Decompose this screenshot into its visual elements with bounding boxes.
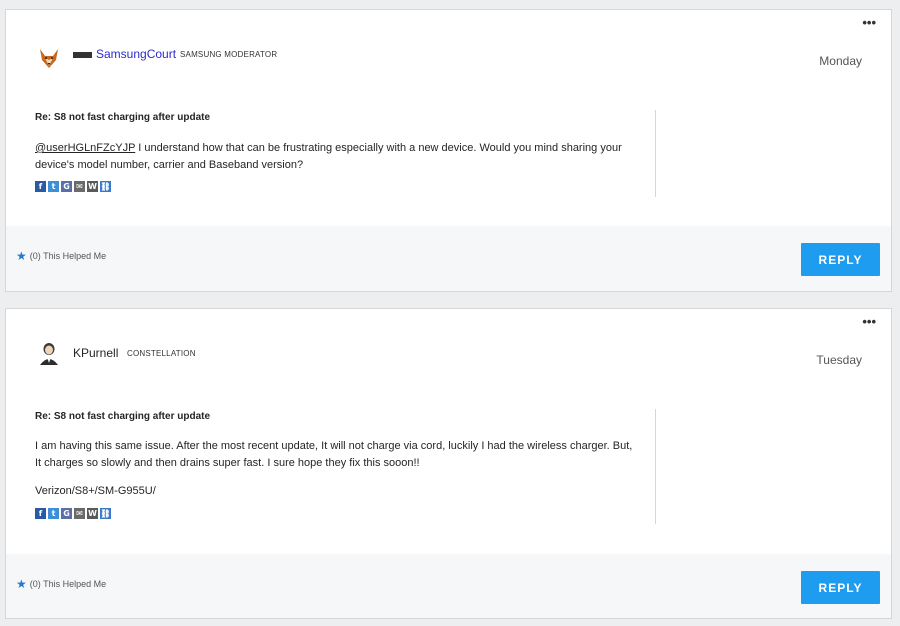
divider [655, 409, 656, 524]
link-icon[interactable]: ⛓ [100, 181, 111, 192]
post-2: ••• KPurnell CONSTELLATION Tuesday Re: S… [5, 308, 892, 619]
author-rank: SAMSUNG MODERATOR [180, 50, 278, 59]
author-username[interactable]: SamsungCourt [96, 47, 176, 61]
post-body: I am having this same issue. After the m… [35, 440, 633, 469]
email-icon[interactable]: ✉ [74, 181, 85, 192]
reply-button[interactable]: REPLY [801, 243, 880, 276]
wordpress-icon[interactable]: W [87, 181, 98, 192]
post-menu-icon[interactable]: ••• [862, 315, 876, 328]
helped-me-label: (0) This Helped Me [29, 579, 107, 589]
author-rank: CONSTELLATION [127, 349, 196, 358]
post-subject: Re: S8 not fast charging after update [35, 112, 211, 123]
helped-me-button[interactable]: ★ (0) This Helped Me [16, 577, 107, 591]
twitter-icon[interactable]: t [48, 181, 59, 192]
twitter-icon[interactable]: t [48, 508, 59, 519]
fox-avatar[interactable] [36, 46, 62, 72]
post-body: @userHGLnFZcYJP I understand how that ca… [35, 140, 635, 174]
google-icon[interactable]: G [61, 181, 72, 192]
star-icon: ★ [16, 577, 27, 591]
share-bar: f t G ✉ W ⛓ [35, 181, 111, 192]
post-signature: Verizon/S8+/SM-G955U/ [35, 485, 156, 497]
post-date: Tuesday [816, 353, 862, 367]
facebook-icon[interactable]: f [35, 508, 46, 519]
reply-button[interactable]: REPLY [801, 571, 880, 604]
user-mention-link[interactable]: @userHGLnFZcYJP [35, 142, 135, 154]
post-footer: ★ (0) This Helped Me REPLY [6, 554, 891, 618]
helped-me-button[interactable]: ★ (0) This Helped Me [16, 249, 107, 263]
email-icon[interactable]: ✉ [74, 508, 85, 519]
helped-me-label: (0) This Helped Me [29, 251, 107, 261]
google-icon[interactable]: G [61, 508, 72, 519]
post-menu-icon[interactable]: ••• [862, 16, 876, 29]
rank-badge-icon [73, 52, 92, 58]
divider [655, 110, 656, 197]
wordpress-icon[interactable]: W [87, 508, 98, 519]
facebook-icon[interactable]: f [35, 181, 46, 192]
star-icon: ★ [16, 249, 27, 263]
share-bar: f t G ✉ W ⛓ [35, 508, 111, 519]
post-subject: Re: S8 not fast charging after update [35, 411, 211, 422]
post-date: Monday [819, 54, 862, 68]
author-username[interactable]: KPurnell [73, 346, 118, 360]
post-footer: ★ (0) This Helped Me REPLY [6, 226, 891, 291]
user-avatar[interactable] [36, 340, 62, 366]
post-1: ••• SamsungCourt SAMSUNG MODERATOR Monda… [5, 9, 892, 292]
link-icon[interactable]: ⛓ [100, 508, 111, 519]
